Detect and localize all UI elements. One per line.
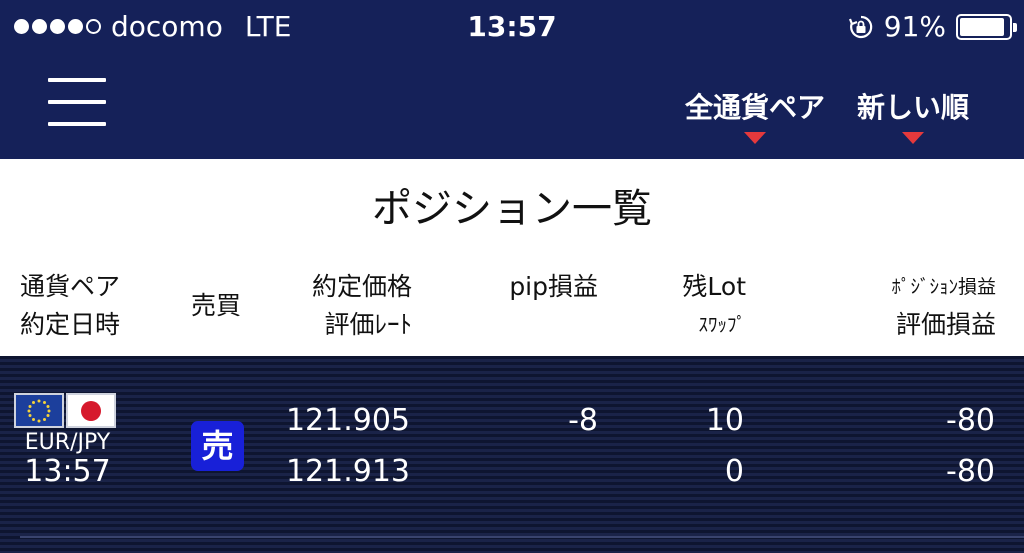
battery-level bbox=[960, 17, 1004, 36]
header-pip-pl: pip損益 bbox=[509, 272, 598, 301]
position-pl: -80 bbox=[946, 403, 995, 438]
position-pair: EUR/JPY bbox=[24, 430, 111, 455]
pip-pl: -8 bbox=[568, 403, 598, 438]
caret-down-icon bbox=[902, 132, 924, 144]
sort-order-label: 新しい順 bbox=[856, 91, 969, 124]
status-bar: docomo LTE 13:57 91% bbox=[0, 0, 1024, 52]
status-right: 91% bbox=[848, 10, 1017, 43]
rotation-lock-icon bbox=[848, 15, 873, 38]
header-pair: 通貨ペア 約定日時 bbox=[20, 272, 121, 339]
row-divider bbox=[20, 536, 1024, 538]
eval-pl: -80 bbox=[946, 454, 995, 489]
contract-price: 121.905 bbox=[285, 403, 410, 438]
header-side: 売買 bbox=[191, 291, 242, 320]
caret-down-icon bbox=[744, 132, 766, 144]
currency-pair-filter-label: 全通貨ペア bbox=[684, 91, 825, 124]
sell-badge: 売 bbox=[191, 421, 244, 471]
header-price: 約定価格 評価ﾚｰﾄ bbox=[311, 272, 412, 339]
page-title: ポジション一覧 bbox=[372, 186, 652, 232]
japan-flag-icon bbox=[66, 393, 116, 428]
eval-rate: 121.913 bbox=[285, 454, 410, 489]
positions-list bbox=[0, 356, 1024, 553]
eu-flag-icon bbox=[14, 393, 64, 428]
sort-order-button[interactable]: 新しい順 bbox=[852, 86, 974, 144]
battery-percent: 91% bbox=[883, 10, 946, 43]
lot: 10 bbox=[705, 403, 744, 438]
position-time: 13:57 bbox=[24, 454, 111, 489]
header-pl: ﾎﾟｼﾞｼｮﾝ損益 評価損益 bbox=[891, 276, 996, 339]
hamburger-menu-icon[interactable] bbox=[48, 78, 106, 126]
battery-icon bbox=[956, 13, 1017, 40]
currency-pair-filter-button[interactable]: 全通貨ペア bbox=[680, 86, 830, 144]
header-lot: 残Lot ｽﾜｯﾌﾟ bbox=[682, 272, 746, 336]
swap: 0 bbox=[724, 454, 744, 489]
nav-bar: 全通貨ペア 新しい順 bbox=[0, 52, 1024, 159]
